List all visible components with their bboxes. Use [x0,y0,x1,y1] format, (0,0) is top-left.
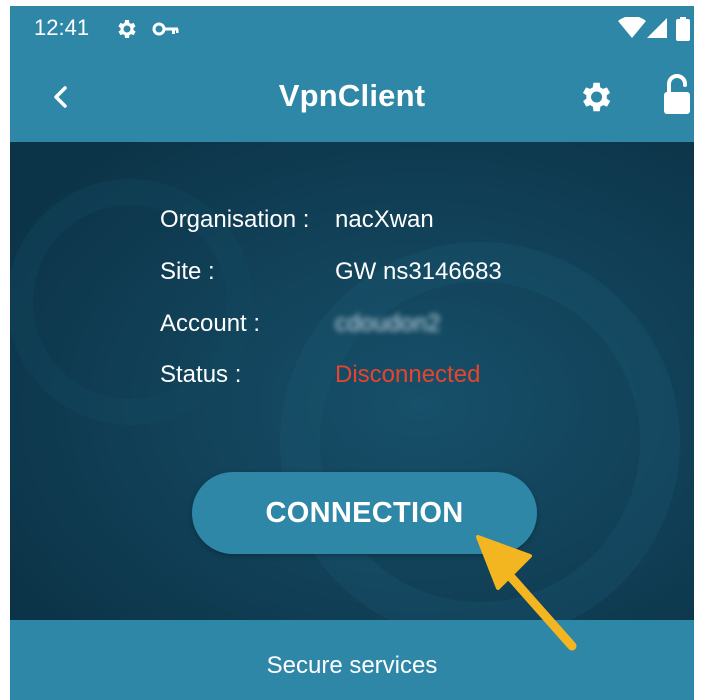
organisation-label: Organisation : [160,206,310,233]
site-value: GW ns3146683 [335,258,502,285]
battery-icon [676,17,690,41]
status-bar: 12:41 [10,6,694,50]
lock-button[interactable] [660,74,694,116]
status-value: Disconnected [335,361,481,388]
gear-icon [118,20,136,38]
secure-services-label: Secure services [266,652,438,679]
key-icon [152,22,179,36]
connection-button[interactable]: CONNECTION [192,472,537,554]
account-label: Account : [160,310,261,337]
organisation-value: nacXwan [335,206,434,233]
site-label: Site : [160,258,215,285]
gear-icon [582,82,611,112]
status-label: Status : [160,361,242,388]
connection-panel: Organisation : nacXwan Site : GW ns31466… [10,142,694,620]
unlock-icon [664,74,690,114]
wifi-icon [618,17,646,38]
app-bar: VpnClient [10,50,694,142]
status-time: 12:41 [34,15,90,40]
bottom-bar[interactable]: Secure services [10,620,694,700]
account-value: cdoudon2 [335,310,441,337]
signal-icon [647,18,667,38]
phone-screen: 12:41 VpnClient Organisation: nacXwan S… [10,6,694,700]
settings-button[interactable] [576,78,614,116]
